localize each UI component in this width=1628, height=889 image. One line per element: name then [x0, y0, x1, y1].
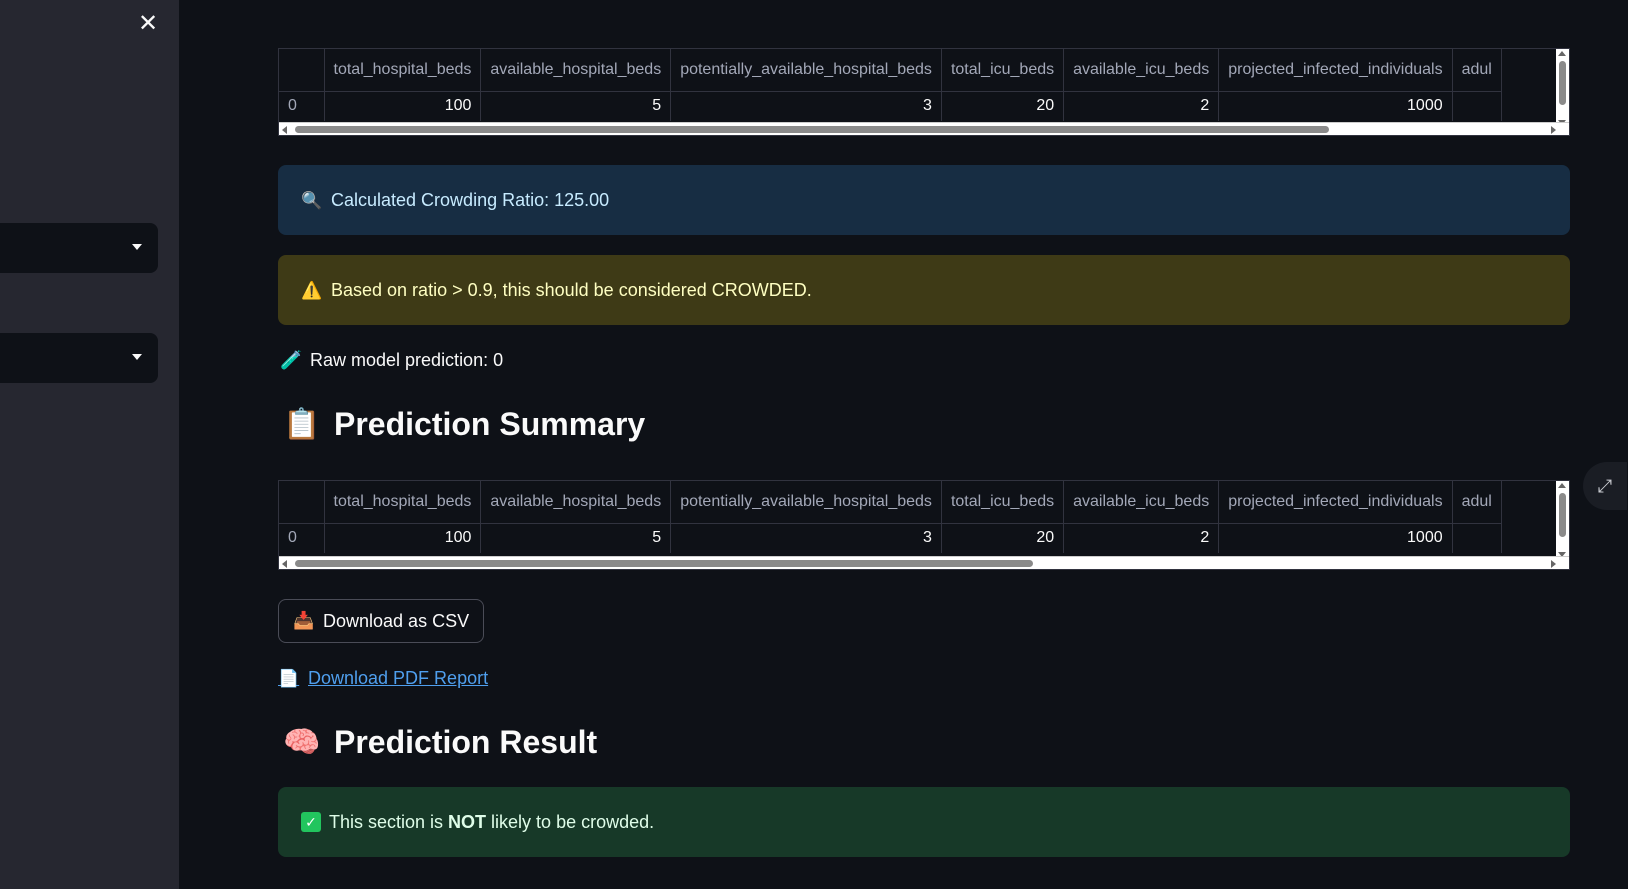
column-header[interactable]: available_icu_beds [1063, 49, 1220, 92]
horizontal-scrollbar[interactable] [279, 122, 1569, 135]
chevron-down-icon [132, 244, 142, 250]
table-row: 0 100 5 3 20 2 1000 [279, 523, 1502, 553]
brain-icon: 🧠 [283, 726, 321, 759]
table-cell[interactable]: 100 [324, 91, 482, 121]
table-cell-index[interactable]: 0 [279, 523, 325, 553]
table-cell[interactable]: 1000 [1218, 523, 1453, 553]
test-tube-icon: 🧪 [280, 350, 303, 370]
download-csv-label: Download as CSV [323, 610, 470, 631]
raw-prediction: 🧪 Raw model prediction: 0 [280, 350, 503, 371]
dataframe-table: total_hospital_beds available_hospital_b… [279, 49, 1502, 121]
clipboard-icon: 📋 [283, 408, 321, 441]
horizontal-scrollbar[interactable] [279, 556, 1569, 569]
column-header[interactable]: adul [1452, 481, 1502, 524]
success-text-prefix: This section is [329, 811, 449, 832]
column-header[interactable]: total_hospital_beds [324, 481, 482, 524]
page-icon: 📄 [278, 668, 300, 688]
column-header[interactable]: projected_infected_individuals [1218, 481, 1453, 524]
column-header[interactable]: projected_infected_individuals [1218, 49, 1453, 92]
table-header-row: total_hospital_beds available_hospital_b… [279, 49, 1502, 92]
scroll-up-icon[interactable] [1558, 483, 1566, 488]
column-header[interactable]: available_icu_beds [1063, 481, 1220, 524]
column-header[interactable]: potentially_available_hospital_beds [670, 49, 942, 92]
warning-alert: ⚠️ Based on ratio > 0.9, this should be … [278, 255, 1570, 325]
column-header[interactable]: potentially_available_hospital_beds [670, 481, 942, 524]
column-header[interactable]: total_hospital_beds [324, 49, 482, 92]
success-text-bold: NOT [448, 811, 487, 832]
table-cell[interactable]: 100 [324, 523, 482, 553]
info-text: Calculated Crowding Ratio: 125.00 [331, 189, 610, 210]
prediction-result-heading: 🧠 Prediction Result [282, 724, 597, 761]
check-mark-icon: ✓ [301, 812, 321, 832]
table-cell[interactable]: 2 [1063, 91, 1220, 121]
success-alert: ✓ This section is NOT likely to be crowd… [278, 787, 1570, 857]
table-cell[interactable]: 5 [480, 523, 672, 553]
fullscreen-icon[interactable]: ⤢ [1583, 462, 1627, 510]
column-header-index[interactable] [279, 481, 325, 524]
table-cell[interactable]: 3 [670, 523, 942, 553]
close-icon[interactable]: ✕ [136, 12, 160, 36]
column-header[interactable]: total_icu_beds [941, 481, 1065, 524]
scroll-thumb[interactable] [1559, 493, 1566, 537]
sidebar-select-2[interactable] [0, 333, 158, 383]
download-pdf-label: Download PDF Report [308, 668, 489, 688]
success-text-suffix: likely to be crowded. [486, 811, 655, 832]
heading-text: Prediction Result [334, 724, 598, 760]
table-cell[interactable]: 1000 [1218, 91, 1453, 121]
warning-text: Based on ratio > 0.9, this should be con… [331, 279, 812, 300]
heading-text: Prediction Summary [334, 406, 646, 442]
summary-dataframe[interactable]: total_hospital_beds available_hospital_b… [278, 480, 1570, 570]
inbox-tray-icon: 📥 [293, 611, 315, 630]
scroll-thumb[interactable] [295, 126, 1329, 133]
chevron-down-icon [132, 354, 142, 360]
column-header[interactable]: available_hospital_beds [480, 49, 672, 92]
magnifier-icon: 🔍 [301, 190, 323, 210]
download-csv-button[interactable]: 📥 Download as CSV [278, 599, 485, 643]
table-cell-index[interactable]: 0 [279, 91, 325, 121]
column-header[interactable]: total_icu_beds [941, 49, 1065, 92]
main-content: total_hospital_beds available_hospital_b… [278, 0, 1572, 889]
column-header-index[interactable] [279, 49, 325, 92]
scroll-up-icon[interactable] [1558, 51, 1566, 56]
column-header[interactable]: adul [1452, 49, 1502, 92]
download-pdf-link[interactable]: 📄 Download PDF Report [278, 668, 488, 689]
table-row: 0 100 5 3 20 2 1000 [279, 91, 1502, 121]
success-text: This section is NOT likely to be crowded… [329, 812, 654, 833]
vertical-scrollbar[interactable] [1556, 481, 1569, 559]
prediction-summary-heading: 📋 Prediction Summary [282, 406, 645, 443]
table-cell[interactable]: 5 [480, 91, 672, 121]
scroll-left-icon[interactable] [282, 126, 287, 134]
dataframe-table: total_hospital_beds available_hospital_b… [279, 481, 1502, 553]
sidebar-select-1[interactable] [0, 223, 158, 273]
info-alert: 🔍 Calculated Crowding Ratio: 125.00 [278, 165, 1570, 235]
vertical-scrollbar[interactable] [1556, 49, 1569, 127]
table-cell[interactable]: 2 [1063, 523, 1220, 553]
scroll-right-icon[interactable] [1551, 126, 1556, 134]
warning-icon: ⚠️ [301, 280, 323, 300]
table-header-row: total_hospital_beds available_hospital_b… [279, 481, 1502, 524]
table-cell[interactable]: 20 [941, 91, 1065, 121]
table-cell[interactable]: 3 [670, 91, 942, 121]
scroll-left-icon[interactable] [282, 560, 287, 568]
scroll-thumb[interactable] [1559, 61, 1566, 105]
scroll-thumb[interactable] [295, 560, 1033, 567]
table-cell[interactable]: 20 [941, 523, 1065, 553]
table-cell[interactable] [1452, 523, 1502, 553]
column-header[interactable]: available_hospital_beds [480, 481, 672, 524]
scroll-right-icon[interactable] [1551, 560, 1556, 568]
table-cell[interactable] [1452, 91, 1502, 121]
input-dataframe[interactable]: total_hospital_beds available_hospital_b… [278, 48, 1570, 136]
raw-prediction-text: Raw model prediction: 0 [310, 350, 504, 370]
sidebar: ✕ [0, 0, 179, 889]
